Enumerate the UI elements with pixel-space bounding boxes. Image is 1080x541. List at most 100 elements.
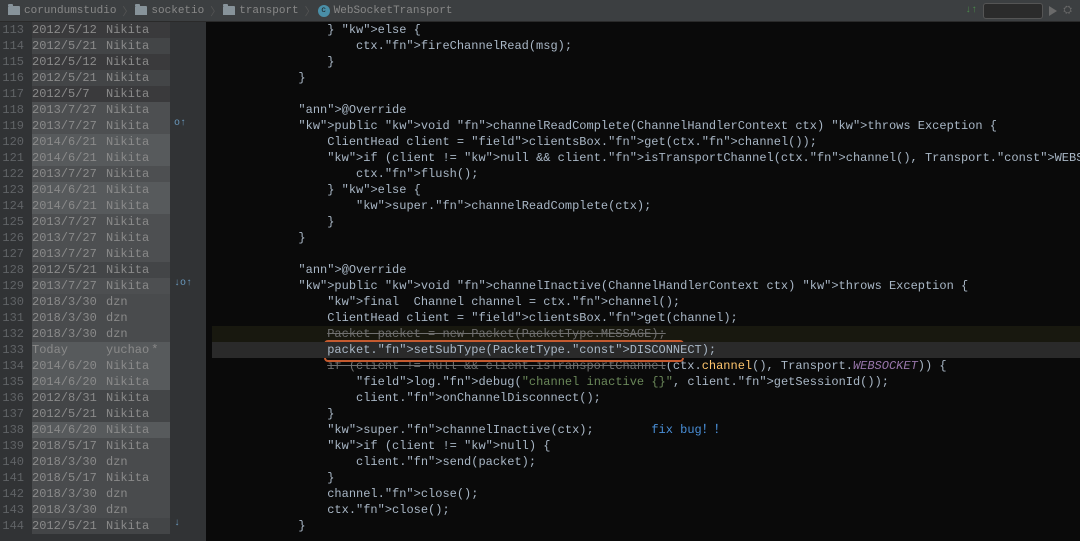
code-line[interactable]: "ann">@Override	[212, 262, 1080, 278]
line-number[interactable]: 144	[0, 518, 24, 534]
override-marker-icon[interactable]: ↓o↑	[174, 278, 192, 289]
code-line[interactable]: Packet packet = new Packet(PacketType.ME…	[212, 326, 1080, 342]
code-line[interactable]: } "kw">else {	[212, 182, 1080, 198]
line-number[interactable]: 124	[0, 198, 24, 214]
annotation-row[interactable]: 2018/5/17Nikita	[32, 470, 170, 486]
code-line[interactable]: "kw">public "kw">void "fn">channelInacti…	[212, 278, 1080, 294]
annotation-row[interactable]: 2013/7/27Nikita	[32, 246, 170, 262]
code-line[interactable]: "kw">final Channel channel = ctx."fn">ch…	[212, 294, 1080, 310]
breadcrumb-item[interactable]: c WebSocketTransport	[318, 5, 453, 17]
code-line[interactable]: }	[212, 54, 1080, 70]
annotation-row[interactable]: 2013/7/27Nikita	[32, 214, 170, 230]
code-line[interactable]: packet."fn">setSubType(PacketType."const…	[212, 342, 1080, 358]
line-number[interactable]: 135	[0, 374, 24, 390]
line-number[interactable]: 115	[0, 54, 24, 70]
annotation-row[interactable]: 2012/5/21Nikita	[32, 406, 170, 422]
code-area[interactable]: } "kw">else { ctx."fn">fireChannelRead(m…	[206, 22, 1080, 541]
line-number[interactable]: 133	[0, 342, 24, 358]
line-number[interactable]: 132	[0, 326, 24, 342]
code-line[interactable]: "field">log."fn">debug("channel inactive…	[212, 374, 1080, 390]
annotation-row[interactable]: 2014/6/21Nikita	[32, 150, 170, 166]
code-line[interactable]: if (client != null && client.isTransport…	[212, 358, 1080, 374]
annotation-row[interactable]: 2013/7/27Nikita	[32, 118, 170, 134]
annotation-row[interactable]: 2018/3/30dzn	[32, 486, 170, 502]
annotation-row[interactable]: 2012/8/31Nikita	[32, 390, 170, 406]
annotation-row[interactable]: 2014/6/21Nikita	[32, 198, 170, 214]
line-number[interactable]: 143	[0, 502, 24, 518]
stop-icon[interactable]: ⛭	[1063, 5, 1072, 17]
line-number[interactable]: 122	[0, 166, 24, 182]
code-line[interactable]: ctx."fn">fireChannelRead(msg);	[212, 38, 1080, 54]
vcs-annotate-column[interactable]: 2012/5/12Nikita2012/5/21Nikita2012/5/12N…	[28, 22, 170, 541]
code-line[interactable]: }	[212, 70, 1080, 86]
line-number[interactable]: 136	[0, 390, 24, 406]
line-number[interactable]: 120	[0, 134, 24, 150]
annotation-row[interactable]: 2012/5/21Nikita	[32, 38, 170, 54]
play-icon[interactable]	[1049, 6, 1057, 16]
code-line[interactable]: }	[212, 406, 1080, 422]
code-line[interactable]: } "kw">else {	[212, 22, 1080, 38]
annotation-row[interactable]: 2018/3/30dzn	[32, 294, 170, 310]
line-number[interactable]: 129	[0, 278, 24, 294]
code-line[interactable]: client."fn">onChannelDisconnect();	[212, 390, 1080, 406]
line-number[interactable]: 131	[0, 310, 24, 326]
code-line[interactable]: "kw">super."fn">channelInactive(ctx); fi…	[212, 422, 1080, 438]
line-number[interactable]: 125	[0, 214, 24, 230]
override-marker-icon[interactable]: ↓	[174, 518, 180, 529]
annotation-row[interactable]: 2018/3/30dzn	[32, 326, 170, 342]
code-line[interactable]	[212, 246, 1080, 262]
annotation-row[interactable]: 2013/7/27Nikita	[32, 166, 170, 182]
annotation-row[interactable]: 2012/5/21Nikita	[32, 262, 170, 278]
annotation-row[interactable]: 2013/7/27Nikita	[32, 278, 170, 294]
line-number[interactable]: 117	[0, 86, 24, 102]
code-line[interactable]: ClientHead client = "field">clientsBox."…	[212, 134, 1080, 150]
line-number[interactable]: 116	[0, 70, 24, 86]
code-line[interactable]: }	[212, 470, 1080, 486]
breadcrumb-item[interactable]: transport	[223, 5, 298, 17]
code-line[interactable]: "kw">if (client != "kw">null) {	[212, 438, 1080, 454]
line-number[interactable]: 139	[0, 438, 24, 454]
breadcrumb-item[interactable]: socketio	[135, 5, 204, 17]
code-line[interactable]	[212, 86, 1080, 102]
annotation-row[interactable]: 2014/6/20Nikita	[32, 358, 170, 374]
code-line[interactable]: }	[212, 230, 1080, 246]
line-number[interactable]: 141	[0, 470, 24, 486]
line-number[interactable]: 128	[0, 262, 24, 278]
code-line[interactable]: }	[212, 518, 1080, 534]
annotation-row[interactable]: 2013/7/27Nikita	[32, 102, 170, 118]
line-number[interactable]: 114	[0, 38, 24, 54]
code-line[interactable]: "ann">@Override	[212, 102, 1080, 118]
line-number[interactable]: 113	[0, 22, 24, 38]
annotation-row[interactable]: 2018/3/30dzn	[32, 310, 170, 326]
code-line[interactable]: }	[212, 214, 1080, 230]
override-marker-icon[interactable]: o↑	[174, 118, 186, 129]
run-config-selector[interactable]	[983, 3, 1043, 19]
line-number[interactable]: 119	[0, 118, 24, 134]
annotation-row[interactable]: 2018/3/30dzn	[32, 454, 170, 470]
annotation-row[interactable]: 2014/6/20Nikita	[32, 422, 170, 438]
line-number[interactable]: 130	[0, 294, 24, 310]
code-line[interactable]: ctx."fn">close();	[212, 502, 1080, 518]
code-line[interactable]: "kw">if (client != "kw">null && client."…	[212, 150, 1080, 166]
breadcrumb-item[interactable]: corundumstudio	[8, 5, 116, 17]
line-number[interactable]: 137	[0, 406, 24, 422]
annotation-row[interactable]: 2014/6/21Nikita	[32, 182, 170, 198]
code-line[interactable]: ClientHead client = "field">clientsBox."…	[212, 310, 1080, 326]
annotation-row[interactable]: 2014/6/20Nikita	[32, 374, 170, 390]
annotation-row[interactable]: 2012/5/7Nikita	[32, 86, 170, 102]
line-number[interactable]: 140	[0, 454, 24, 470]
annotation-row[interactable]: 2012/5/12Nikita	[32, 54, 170, 70]
annotation-row[interactable]: Todayyuchao*	[32, 342, 170, 358]
code-line[interactable]: "kw">super."fn">channelReadComplete(ctx)…	[212, 198, 1080, 214]
annotation-row[interactable]: 2012/5/21Nikita	[32, 70, 170, 86]
line-number[interactable]: 118	[0, 102, 24, 118]
code-line[interactable]: channel."fn">close();	[212, 486, 1080, 502]
line-number[interactable]: 142	[0, 486, 24, 502]
annotation-row[interactable]: 2014/6/21Nikita	[32, 134, 170, 150]
line-number[interactable]: 138	[0, 422, 24, 438]
annotation-row[interactable]: 2012/5/12Nikita	[32, 22, 170, 38]
annotation-row[interactable]: 2018/3/30dzn	[32, 502, 170, 518]
code-line[interactable]: "kw">public "kw">void "fn">channelReadCo…	[212, 118, 1080, 134]
annotation-row[interactable]: 2018/5/17Nikita	[32, 438, 170, 454]
vcs-status-icon[interactable]: ↓↑	[965, 5, 977, 16]
